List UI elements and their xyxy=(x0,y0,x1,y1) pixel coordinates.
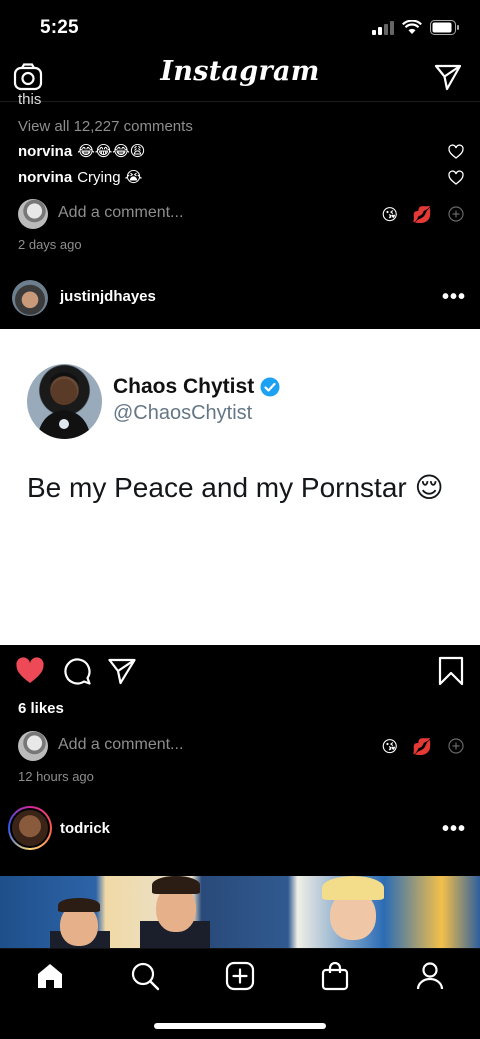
post-image-tweet[interactable]: Chaos Chytist @ChaosChytist Be my Peace … xyxy=(0,329,480,645)
tweet-author-avatar xyxy=(27,364,102,439)
add-emoji-plus-icon[interactable] xyxy=(448,206,464,222)
add-post-icon[interactable] xyxy=(225,961,255,991)
quick-emoji-kiss[interactable]: 😘 xyxy=(381,737,398,757)
tweet-author-name: Chaos Chytist xyxy=(113,375,280,399)
save-bookmark-icon[interactable] xyxy=(436,656,466,686)
post-more-options-icon[interactable]: ••• xyxy=(442,818,466,841)
quick-emoji-lips[interactable]: 💋 xyxy=(412,737,432,757)
add-comment-row[interactable]: Add a comment... 😘 💋 xyxy=(0,729,480,763)
my-avatar xyxy=(18,731,48,761)
status-time: 5:25 xyxy=(40,17,79,38)
comment-bubble-icon[interactable] xyxy=(62,656,92,686)
cellular-signal-icon xyxy=(372,20,394,35)
comment-username[interactable]: norvina xyxy=(18,143,72,160)
home-icon[interactable] xyxy=(35,961,65,991)
add-comment-input[interactable]: Add a comment... xyxy=(58,736,183,754)
tweet-text: Be my Peace and my Pornstar 😌 xyxy=(27,472,444,503)
status-icons xyxy=(372,20,460,35)
add-comment-input[interactable]: Add a comment... xyxy=(58,204,183,222)
quick-emoji-lips[interactable]: 💋 xyxy=(412,205,432,225)
search-icon[interactable] xyxy=(130,961,160,991)
like-heart-icon[interactable] xyxy=(15,656,45,686)
story-ring-avatar[interactable] xyxy=(8,806,52,850)
view-all-comments-link[interactable]: View all 12,227 comments xyxy=(18,118,193,135)
comment-text: 😂😂😂😩 xyxy=(77,143,146,160)
status-bar: 5:25 xyxy=(0,0,480,54)
battery-icon xyxy=(430,20,459,35)
comment-like-heart-icon[interactable] xyxy=(448,170,464,186)
home-indicator[interactable] xyxy=(154,1023,326,1029)
top-navigation-bar: Instagram xyxy=(0,54,480,102)
tweet-author-name-text: Chaos Chytist xyxy=(113,375,255,398)
post-author-username[interactable]: todrick xyxy=(60,820,110,837)
verified-badge-icon xyxy=(260,377,280,397)
post-header: justinjdhayes ••• xyxy=(0,270,480,326)
post-header: todrick ••• xyxy=(0,802,480,858)
my-avatar xyxy=(18,199,48,229)
post-more-options-icon[interactable]: ••• xyxy=(442,286,466,309)
app-logo: Instagram xyxy=(160,56,320,87)
comment-text: Crying 😭 xyxy=(77,169,143,186)
profile-icon[interactable] xyxy=(415,961,445,991)
post-author-avatar[interactable] xyxy=(12,280,48,316)
shop-icon[interactable] xyxy=(320,961,350,991)
tweet-author-handle: @ChaosChytist xyxy=(113,402,253,424)
wifi-icon xyxy=(402,20,422,34)
direct-message-icon[interactable] xyxy=(434,63,462,91)
comment-username[interactable]: norvina xyxy=(18,169,72,186)
quick-emoji-kiss[interactable]: 😘 xyxy=(381,205,398,225)
post-action-bar xyxy=(0,652,480,694)
post-author-username[interactable]: justinjdhayes xyxy=(60,288,156,305)
post-timestamp: 2 days ago xyxy=(18,237,82,252)
share-send-icon[interactable] xyxy=(107,656,137,686)
add-comment-row[interactable]: Add a comment... 😘 💋 xyxy=(0,197,480,231)
post-image-photo[interactable] xyxy=(0,876,480,948)
comment-row: norvina 😂😂😂😩 xyxy=(18,142,146,161)
post-timestamp: 12 hours ago xyxy=(18,769,94,784)
truncated-caption: this xyxy=(18,91,42,108)
like-count[interactable]: 6 likes xyxy=(18,700,64,717)
add-emoji-plus-icon[interactable] xyxy=(448,738,464,754)
comment-like-heart-icon[interactable] xyxy=(448,144,464,160)
comment-row: norvina Crying 😭 xyxy=(18,168,143,187)
